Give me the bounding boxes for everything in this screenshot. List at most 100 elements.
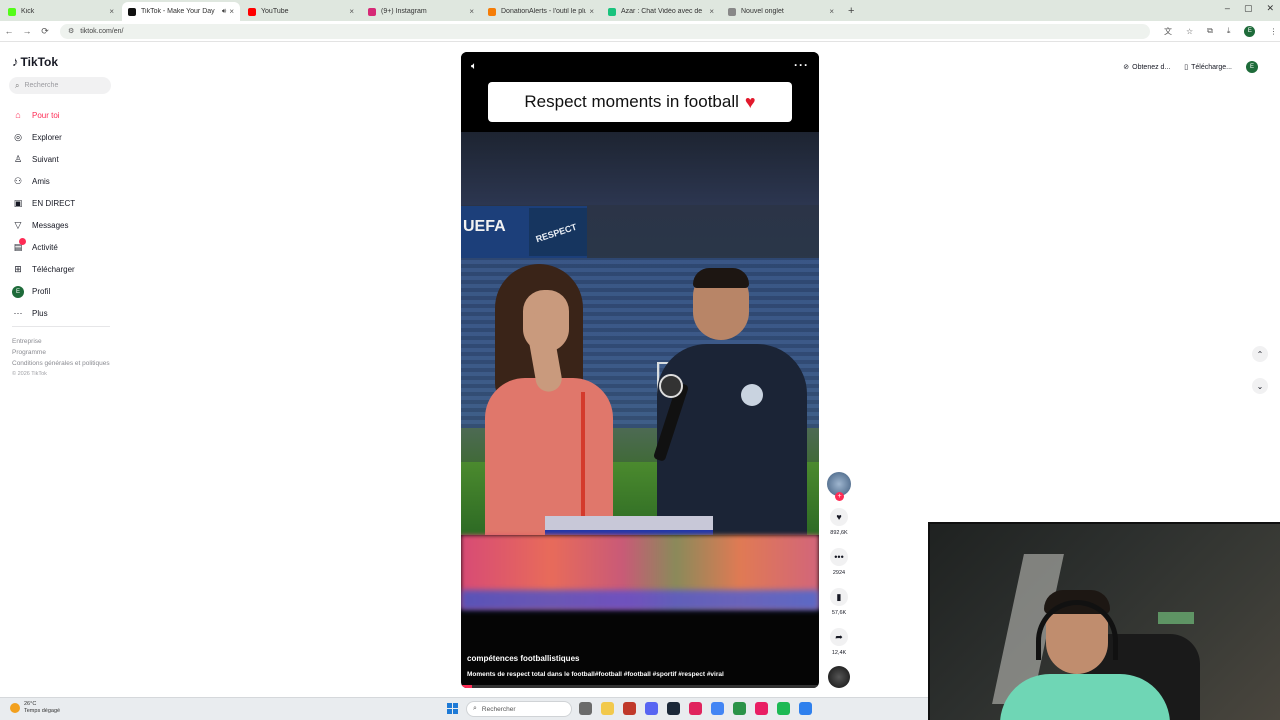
sidebar-item-home[interactable]: ⌂ Pour toi — [12, 104, 75, 126]
browser-profile-avatar[interactable]: E — [1244, 25, 1256, 37]
video-progress-bar[interactable] — [461, 685, 819, 688]
tab-close-icon[interactable]: × — [709, 7, 714, 16]
save-count: 57,6K — [831, 610, 847, 616]
tab-close-icon[interactable]: × — [469, 7, 474, 16]
tab-close-icon[interactable]: × — [349, 7, 354, 16]
taskbar-app-icon[interactable] — [777, 702, 790, 715]
sidebar-item-profile[interactable]: E Profil — [12, 280, 75, 302]
taskbar-app-icon[interactable] — [733, 702, 746, 715]
new-tab-icon[interactable]: + — [848, 5, 854, 17]
windows-start-icon[interactable] — [447, 703, 458, 714]
back-icon[interactable]: ← — [0, 26, 18, 36]
tiktok-logo[interactable]: ♪ TikTok — [12, 54, 58, 69]
bookmark-star-icon[interactable]: ☆ — [1186, 27, 1193, 36]
comment-icon[interactable]: ••• — [830, 548, 848, 566]
close-window-icon[interactable]: ✕ — [1266, 3, 1274, 14]
tab-close-icon[interactable]: × — [229, 7, 234, 16]
follow-plus-icon[interactable]: + — [835, 492, 844, 501]
sidebar-item-label: EN DIRECT — [32, 198, 76, 208]
sidebar-item-send[interactable]: ▽ Messages — [12, 214, 75, 236]
volume-icon[interactable]: 🔈︎ — [471, 61, 477, 72]
reload-icon[interactable]: ⟳ — [36, 26, 54, 37]
browser-tab[interactable]: (9+) Instagram × — [362, 2, 480, 21]
sidebar-item-label: Amis — [32, 176, 50, 186]
footer-link-programme[interactable]: Programme — [12, 347, 112, 358]
sidebar-divider — [12, 326, 110, 327]
sidebar-item-label: Messages — [32, 220, 69, 230]
tab-close-icon[interactable]: × — [109, 7, 114, 16]
upload-icon: ⊞ — [14, 263, 22, 274]
red-heart-icon: ♥ — [744, 91, 756, 112]
next-video-chevron-down-icon[interactable]: ⌄ — [1252, 378, 1268, 394]
video-title-card: Respect moments in football ♥ — [488, 82, 792, 122]
share-icon[interactable]: ➦ — [830, 628, 848, 646]
browser-tab[interactable]: DonationAlerts - l'outil le plus × — [482, 2, 600, 21]
tab-close-icon[interactable]: × — [589, 7, 594, 16]
site-info-icon[interactable]: ⚙ — [68, 27, 74, 35]
tab-audio-icon[interactable]: 🔊︎ — [222, 8, 226, 16]
like-action: ♥ 892,6K — [830, 508, 848, 536]
browser-menu-icon[interactable]: ⋮ — [1269, 27, 1277, 36]
taskbar-app-icon[interactable] — [711, 702, 724, 715]
minimize-icon[interactable]: – — [1225, 3, 1230, 14]
creator-avatar[interactable]: + — [827, 472, 851, 501]
sidebar-item-label: Activité — [32, 242, 58, 252]
sidebar-item-label: Pour toi — [32, 110, 60, 120]
taskbar-app-icon[interactable] — [601, 702, 614, 715]
weather-desc: Temps dégagé — [24, 708, 61, 714]
taskbar-search-input[interactable]: ⌕ Rechercher — [466, 701, 572, 717]
video-blurred-band-lower — [461, 590, 819, 610]
browser-tab-strip: Kick × TikTok - Make Your Day 🔊︎ × YouTube × (9… — [0, 0, 1280, 21]
sidebar-item-compass[interactable]: ◎ Explorer — [12, 126, 75, 148]
forward-icon[interactable]: → — [18, 26, 36, 36]
footer-link-entreprise[interactable]: Entreprise — [12, 336, 112, 347]
search-input[interactable]: ⌕ Recherche — [9, 77, 111, 94]
heart-icon[interactable]: ♥ — [830, 508, 848, 526]
taskbar-app-icon[interactable] — [623, 702, 636, 715]
weather-widget[interactable]: 26°C Temps dégagé — [10, 701, 60, 715]
sidebar-item-friends[interactable]: ⚇ Amis — [12, 170, 75, 192]
taskbar-app-icon[interactable] — [645, 702, 658, 715]
music-disc-icon[interactable] — [828, 666, 850, 688]
video-title-text: Respect moments in football — [524, 92, 739, 111]
taskbar-app-icon[interactable] — [689, 702, 702, 715]
browser-tab[interactable]: Nouvel onglet × — [722, 2, 840, 21]
browser-tab[interactable]: TikTok - Make Your Day 🔊︎ × — [122, 2, 240, 21]
bookmark-icon[interactable]: ▮ — [830, 588, 848, 606]
browser-tab[interactable]: Azar : Chat Vidéo avec de × — [602, 2, 720, 21]
tab-favicon-icon — [8, 7, 16, 16]
comment-action: ••• 2924 — [830, 548, 848, 576]
taskbar-app-icon[interactable] — [667, 702, 680, 715]
taskbar-app-icon[interactable] — [755, 702, 768, 715]
download-app-button[interactable]: ▯ Télécharge... — [1184, 63, 1232, 72]
downloads-icon[interactable]: ⤓ — [1227, 26, 1231, 36]
footer-link-terms[interactable]: Conditions générales et politiques — [12, 358, 112, 369]
sidebar-nav: ⌂ Pour toi ◎ Explorer ♙ Suivant ⚇ Amis ▣ EN DIREC… — [12, 104, 75, 324]
browser-tab[interactable]: YouTube × — [242, 2, 360, 21]
taskbar-app-icon[interactable] — [579, 702, 592, 715]
share-count: 12,4K — [831, 650, 847, 656]
browser-tab[interactable]: Kick × — [2, 2, 120, 21]
sidebar-item-live[interactable]: ▣ EN DIRECT — [12, 192, 75, 214]
more-options-icon[interactable]: ··· — [794, 58, 809, 72]
video-author[interactable]: compétences footballistiques — [467, 654, 579, 663]
sidebar-footer: Entreprise Programme Conditions générale… — [12, 336, 112, 380]
sidebar-item-inbox[interactable]: ▤ Activité — [12, 236, 75, 258]
extensions-icon[interactable]: ⧉ — [1207, 26, 1213, 36]
taskbar-app-icon[interactable] — [799, 702, 812, 715]
translate-icon[interactable]: 文 — [1164, 26, 1172, 37]
sidebar-item-following[interactable]: ♙ Suivant — [12, 148, 75, 170]
sidebar-item-more[interactable]: ··· Plus — [12, 302, 75, 324]
tab-close-icon[interactable]: × — [829, 7, 834, 16]
previous-video-chevron-up-icon[interactable]: ⌃ — [1252, 346, 1268, 362]
send-icon: ▽ — [14, 219, 22, 230]
maximize-icon[interactable]: ▢ — [1244, 3, 1253, 14]
video-player[interactable]: 🔈︎ ··· Respect moments in football ♥ UEF… — [461, 52, 819, 688]
sidebar-item-upload[interactable]: ⊞ Télécharger — [12, 258, 75, 280]
get-coins-button[interactable]: ⊘ Obtenez d... — [1123, 63, 1170, 72]
address-bar[interactable]: ⚙ tiktok.com/en/ — [60, 23, 1150, 39]
profile-avatar[interactable]: E — [1246, 61, 1258, 73]
sun-icon — [10, 703, 20, 713]
friends-icon: ⚇ — [13, 175, 23, 186]
video-caption[interactable]: Moments de respect total dans le footbal… — [467, 671, 724, 678]
